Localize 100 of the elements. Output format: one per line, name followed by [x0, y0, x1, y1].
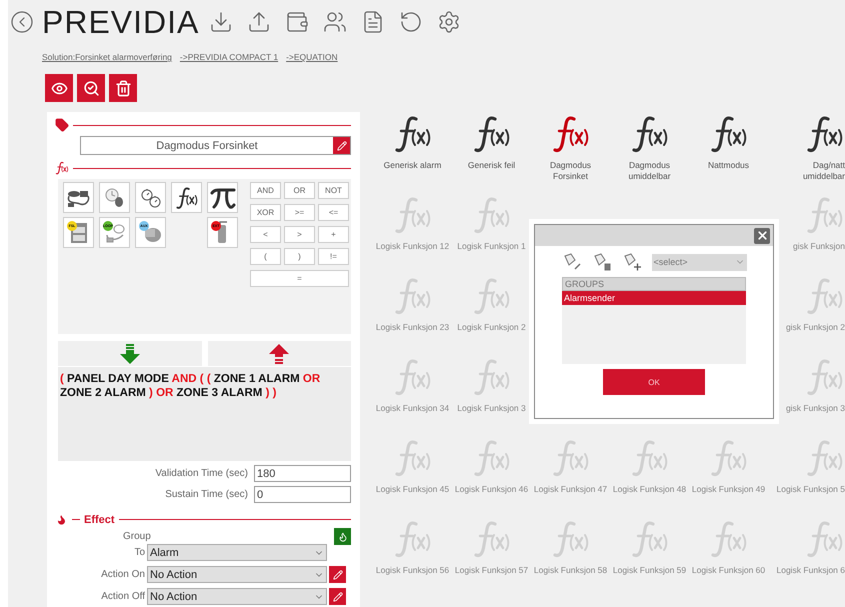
time-label: Sustain Time (sec)	[165, 489, 248, 500]
trash-icon	[114, 80, 132, 96]
function-label[interactable]: Logisk Funksjon 58	[534, 565, 608, 576]
function-label[interactable]: Logisk Funksjon 47	[534, 484, 608, 495]
operator-button[interactable]: XOR	[250, 204, 281, 221]
field-label: Action On	[100, 569, 145, 580]
function-label[interactable]: Logisk Funksjon 46	[454, 484, 528, 495]
breadcrumb-link[interactable]: ->PREVIDIA COMPACT 1	[180, 52, 278, 62]
pencil-icon	[336, 140, 346, 150]
search-icon	[82, 80, 100, 96]
group-edit-icon[interactable]	[562, 253, 582, 271]
operator-button[interactable]: (	[250, 248, 281, 265]
breadcrumb-link[interactable]: Solution:Forsinket alarmoverføring	[42, 52, 172, 62]
function-label[interactable]: Logisk Funksjon 34	[376, 403, 450, 414]
users-icon[interactable]	[323, 10, 348, 34]
close-icon	[756, 229, 768, 242]
operator-button[interactable]: !=	[318, 248, 349, 265]
pencil-icon	[332, 570, 342, 580]
operator-button[interactable]: AND	[250, 182, 281, 199]
logo: PREVIDIA	[42, 6, 200, 38]
function-label[interactable]: gisk Funksjon 3	[786, 403, 845, 414]
insert-down-button[interactable]	[58, 341, 202, 366]
operator-button[interactable]: +	[318, 226, 349, 243]
function-label[interactable]: Logisk Funksjon 2	[457, 322, 526, 333]
time-label: Validation Time (sec)	[155, 468, 248, 479]
group-button[interactable]	[334, 528, 351, 545]
select-field[interactable]: No Action	[147, 588, 327, 605]
operator-button[interactable]: >	[284, 226, 315, 243]
function-label[interactable]: Logisk Funksjon 3	[457, 403, 526, 414]
field-label: Action Off	[100, 591, 145, 602]
edit-button[interactable]	[329, 566, 346, 583]
select-field[interactable]: Alarm	[147, 544, 327, 561]
function-label[interactable]: Logisk Funksjon 23	[376, 322, 450, 333]
function-label[interactable]: gisk Funksjon	[793, 241, 845, 252]
function-label[interactable]: Logisk Funksjon 48	[612, 484, 686, 495]
refresh-icon[interactable]	[399, 10, 424, 34]
edit-button[interactable]	[333, 137, 350, 154]
group-select[interactable]: <select>	[652, 254, 746, 270]
operator-button[interactable]: NOT	[318, 182, 349, 199]
function-label[interactable]: Generisk alarm	[384, 160, 442, 171]
function-label[interactable]: Dagmodus umiddelbar	[612, 160, 688, 182]
operator-button[interactable]: )	[284, 248, 315, 265]
expression-text: ( PANEL DAY MODE AND ( ( ZONE 1 ALARM OR ZONE 2 ALARM ) OR ZONE 3 ALARM ) )	[60, 372, 322, 400]
tool-button[interactable]	[171, 182, 202, 213]
ok-button[interactable]: OK	[603, 369, 705, 395]
settings-icon[interactable]	[437, 10, 462, 34]
function-label[interactable]: Generisk feil	[468, 160, 516, 171]
tool-button[interactable]	[207, 182, 238, 213]
select-field[interactable]: No Action	[147, 566, 327, 583]
operator-button[interactable]: OR	[284, 182, 315, 199]
function-label[interactable]: Logisk Funksjon 6	[776, 565, 845, 576]
inspect-button[interactable]	[77, 74, 105, 102]
edit-button[interactable]	[329, 588, 346, 605]
insert-up-button[interactable]	[208, 341, 351, 366]
upload-icon[interactable]	[247, 10, 272, 34]
tool-button[interactable]	[63, 182, 94, 213]
function-icon	[55, 161, 69, 175]
function-label[interactable]: gisk Funksjon 2	[786, 322, 845, 333]
close-button[interactable]	[754, 228, 770, 244]
time-input[interactable]: 0	[254, 486, 351, 503]
field-label: To	[133, 547, 145, 558]
pencil-icon	[332, 592, 342, 602]
operator-button[interactable]: <=	[318, 204, 349, 221]
view-button[interactable]	[45, 74, 73, 102]
up-arrow-icon	[268, 342, 290, 364]
down-arrow-icon	[118, 342, 141, 364]
pi-icon	[210, 186, 236, 210]
clock-device-icon	[104, 186, 126, 208]
function-label[interactable]: Logisk Funksjon 49	[692, 484, 766, 495]
breadcrumb-link[interactable]: ->EQUATION	[286, 52, 338, 62]
function-label[interactable]: Dag/natt umiddelbar	[769, 160, 845, 182]
group-label: Group	[123, 531, 151, 542]
function-label[interactable]: Logisk Funksjon 56	[376, 565, 450, 576]
time-input[interactable]: 180	[254, 465, 351, 482]
operator-button[interactable]: =	[250, 270, 349, 287]
tool-button[interactable]	[135, 182, 166, 213]
function-label[interactable]: Logisk Funksjon 45	[376, 484, 450, 495]
function-icon	[174, 186, 198, 210]
operator-button[interactable]: <	[250, 226, 281, 243]
wallet-icon[interactable]	[285, 10, 310, 34]
function-label[interactable]: Logisk Funksjon 57	[454, 565, 528, 576]
function-label[interactable]: Logisk Funksjon 12	[376, 241, 450, 252]
delete-button[interactable]	[109, 74, 137, 102]
function-label[interactable]: Logisk Funksjon 5	[776, 484, 845, 495]
function-label[interactable]: Logisk Funksjon 60	[692, 565, 766, 576]
group-delete-icon[interactable]	[592, 253, 612, 271]
download-icon[interactable]	[209, 10, 234, 34]
function-label[interactable]: Dagmodus Forsinket	[532, 160, 608, 182]
tool-button[interactable]	[99, 182, 130, 213]
function-label[interactable]: Logisk Funksjon 59	[612, 565, 686, 576]
section-title: Effect	[84, 514, 115, 526]
function-label[interactable]: Nattmodus	[708, 160, 750, 171]
flame-icon	[55, 513, 68, 526]
group-add-icon[interactable]	[622, 253, 642, 271]
list-item[interactable]: Alarmsender	[562, 291, 746, 305]
tag-icon	[55, 118, 69, 132]
function-label[interactable]: Logisk Funksjon 1	[457, 241, 526, 252]
back-icon[interactable]	[10, 10, 34, 34]
operator-button[interactable]: >=	[284, 204, 315, 221]
name-field[interactable]: Dagmodus Forsinket	[80, 136, 351, 155]
